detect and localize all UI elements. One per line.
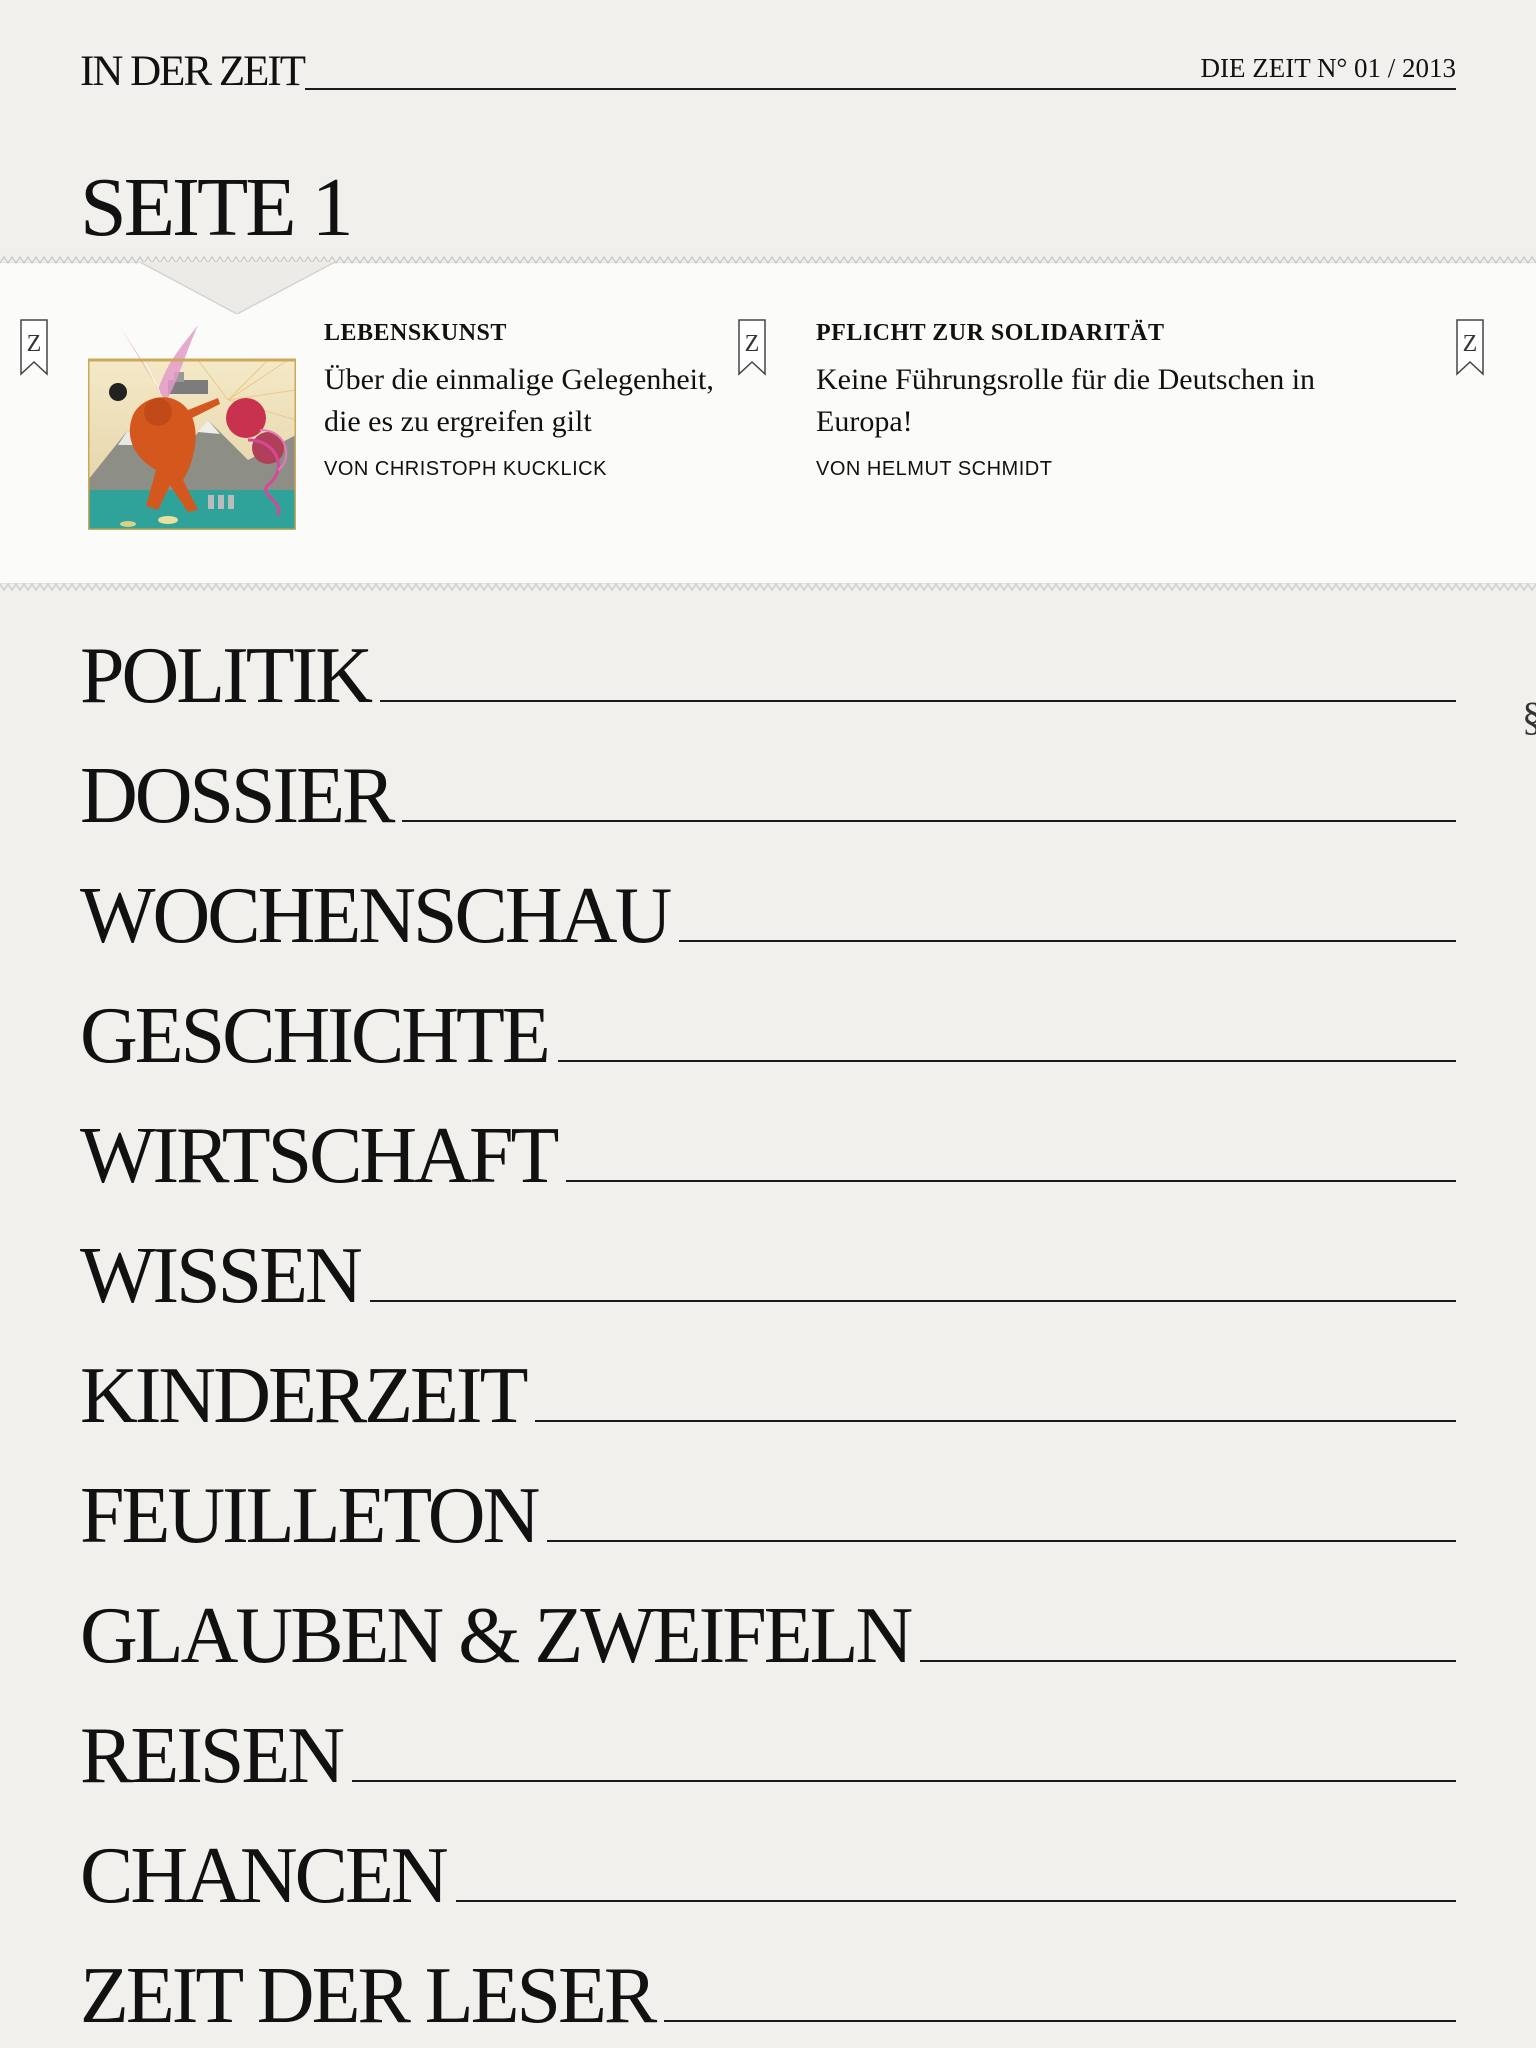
section-item-politik[interactable]: POLITIK [80,600,1456,720]
section-item-dossier[interactable]: DOSSIER [80,720,1456,840]
teaser-kicker: PFLICHT ZUR SOLIDARITÄT [816,320,1165,346]
pointer-notch [140,262,335,314]
issue-label: DIE ZEIT N° 01 / 2013 [1190,50,1456,86]
section-label: IN DER ZEIT [80,48,306,95]
section-item-wirtschaft[interactable]: WIRTSCHAFT [80,1080,1456,1200]
section-item-reisen[interactable]: REISEN [80,1680,1456,1800]
section-label: POLITIK [80,632,373,720]
section-rule [535,1420,1456,1422]
section-label: REISEN [80,1712,345,1800]
section-item-glauben-zweifeln[interactable]: GLAUBEN & ZWEIFELN [80,1560,1456,1680]
teaser-headline: Keine Führungsrolle für die Deutschen in… [816,363,1316,438]
section-rule [547,1540,1456,1542]
section-item-zeit-der-leser[interactable]: ZEIT DER LESER [80,1920,1456,2040]
teaser-author: VON HELMUT SCHMIDT [816,458,1053,480]
section-label: WISSEN [80,1232,363,1320]
bookmark-icon[interactable]: Z [18,318,50,378]
header-rule [305,88,1456,90]
section-label: GESCHICHTE [80,992,551,1080]
section-item-geschichte[interactable]: GESCHICHTE [80,960,1456,1080]
teaser-author: VON CHRISTOPH KUCKLICK [324,458,607,480]
section-label: FEUILLETON [80,1472,540,1560]
section-rule [352,1780,1456,1782]
bookmark-icon[interactable]: Z [1454,318,1486,378]
svg-text:Z: Z [1463,331,1478,357]
section-rule [380,700,1456,702]
section-item-chancen[interactable]: CHANCEN [80,1800,1456,1920]
section-label: GLAUBEN & ZWEIFELN [80,1592,913,1680]
section-rule [566,1180,1456,1182]
teaser-headline: Über die einmalige Gelegenheit, die es z… [324,363,714,438]
teaser-article[interactable]: PFLICHT ZUR SOLIDARITÄT Keine Führungsro… [816,317,1376,483]
section-rule [557,1060,1456,1062]
section-list: POLITIK DOSSIER WOCHENSCHAU GESCHICHTE W… [80,600,1456,2040]
section-rule [402,820,1456,822]
next-page-indicator[interactable]: § [1522,693,1536,740]
section-label: DOSSIER [80,752,395,840]
section-label: CHANCEN [80,1832,449,1920]
section-item-wochenschau[interactable]: WOCHENSCHAU [80,840,1456,960]
teaser-kicker: LEBENSKUNST [324,320,507,346]
section-rule [920,1660,1456,1662]
section-label: ZEIT DER LESER [80,1952,657,2040]
bookmark-icon[interactable]: Z [736,318,768,378]
section-rule [679,940,1456,942]
page-title: SEITE 1 [80,161,354,254]
section-label: WIRTSCHAFT [80,1112,559,1200]
section-item-kinderzeit[interactable]: KINDERZEIT [80,1320,1456,1440]
section-rule [369,1300,1456,1302]
teaser-image[interactable] [88,320,296,530]
section-label: KINDERZEIT [80,1352,528,1440]
section-item-feuilleton[interactable]: FEUILLETON [80,1440,1456,1560]
section-rule [664,2020,1456,2022]
section-label: WOCHENSCHAU [80,872,672,960]
top-header: IN DER ZEIT DIE ZEIT N° 01 / 2013 [80,50,1456,94]
svg-text:Z: Z [27,331,42,357]
section-rule [455,1900,1456,1902]
zigzag-bottom-edge [0,582,1536,592]
section-item-wissen[interactable]: WISSEN [80,1200,1456,1320]
teaser-article[interactable]: LEBENSKUNST Über die einmalige Gelegenhe… [324,317,724,483]
svg-text:Z: Z [745,331,760,357]
